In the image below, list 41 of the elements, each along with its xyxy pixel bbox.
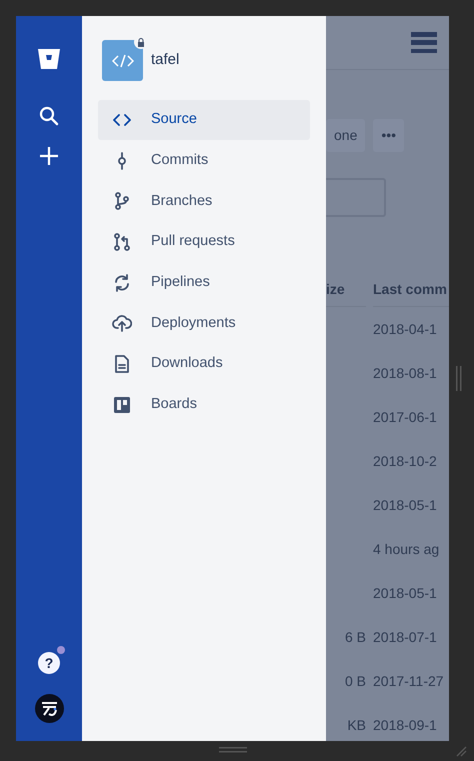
table-cell-text: 2018-07-1	[373, 628, 437, 646]
pull-request-icon	[112, 232, 132, 252]
input-field[interactable]	[326, 178, 386, 217]
nav-item[interactable]: Pipelines	[98, 262, 310, 303]
column-header: Last comm	[373, 279, 449, 307]
table-cell-text: 6 B	[344, 628, 366, 646]
table-cell-text: 2018-08-1	[373, 364, 437, 382]
nav-item[interactable]: Commits	[98, 140, 310, 181]
help-icon[interactable]: ?	[38, 652, 60, 674]
table-cell-text: 4 hours ag	[373, 540, 440, 559]
nav-item[interactable]: Deployments	[98, 303, 310, 344]
nav-item[interactable]: Branches	[98, 181, 310, 222]
table-cell-text: 2018-05-1	[373, 496, 437, 514]
table-cell-text: 2018-09-1	[373, 716, 437, 734]
avatar-icon[interactable]	[34, 694, 64, 723]
column-header: ize	[326, 279, 366, 307]
resize-grip-icon[interactable]	[455, 745, 467, 757]
branch-icon	[112, 191, 132, 212]
table-cell-text: 2018-04-1	[373, 320, 437, 338]
table-cell-text: 2018-10-2	[373, 452, 437, 470]
repository-name: tafel	[151, 50, 180, 70]
board-icon	[112, 394, 132, 415]
cloud-upload-icon	[112, 313, 132, 334]
nav-item[interactable]: Pull requests	[98, 222, 310, 262]
plus-icon[interactable]	[39, 146, 59, 166]
search-icon[interactable]	[39, 106, 59, 126]
nav-item[interactable]: Downloads	[98, 344, 310, 384]
bottom-handle-icon[interactable]	[219, 747, 247, 753]
table-cell-text: 2017-11-27	[373, 672, 444, 690]
logo-icon[interactable]	[37, 48, 61, 70]
cycle-icon	[112, 272, 132, 293]
menu-icon[interactable]	[411, 32, 437, 54]
table-cell-text: 0 B	[344, 672, 366, 690]
nav-item[interactable]: Boards	[98, 384, 310, 425]
nav-item[interactable]: Source	[98, 100, 310, 140]
table-cell-text: 2018-05-1	[373, 584, 437, 602]
side-handle-icon[interactable]	[456, 366, 462, 391]
code-icon	[112, 54, 134, 68]
table-cell-text: 2017-06-1	[373, 408, 437, 426]
document-icon	[112, 354, 132, 374]
table-cell-text: KB	[347, 716, 366, 734]
